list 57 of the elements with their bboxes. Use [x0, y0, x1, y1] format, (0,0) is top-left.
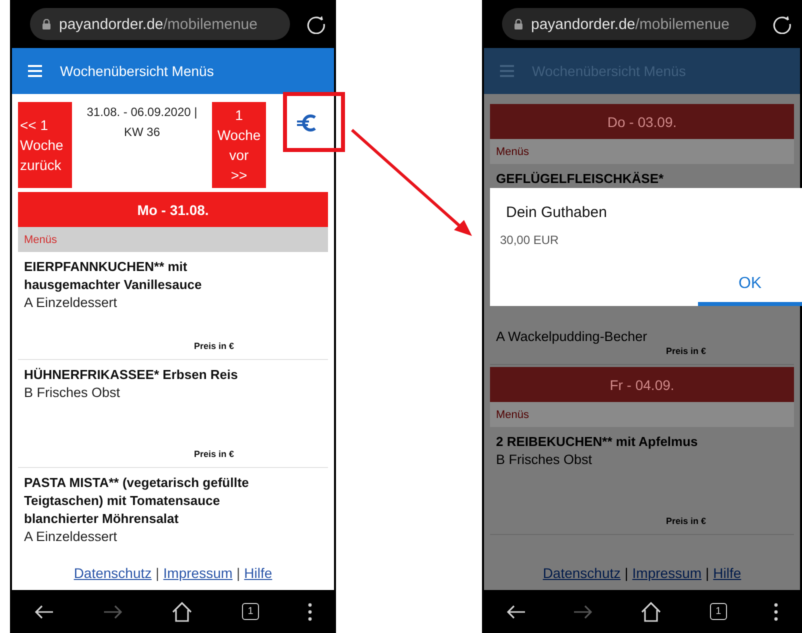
price-label: Preis in €: [665, 516, 708, 526]
reload-icon[interactable]: [306, 14, 326, 34]
dish-title: HÜHNERFRIKASSEE* Erbsen Reis: [24, 366, 239, 384]
reload-icon[interactable]: [772, 14, 792, 34]
price-label: Preis in €: [193, 341, 236, 351]
dessert-text: A Einzeldessert: [24, 528, 118, 546]
more-options-icon[interactable]: [774, 602, 778, 620]
menu-icon[interactable]: [28, 65, 42, 77]
address-bar[interactable]: payandorder.de/mobilemenue: [30, 8, 290, 40]
menu-item-card[interactable]: HÜHNERFRIKASSEE* Erbsen Reis B Frisches Obst Preis in €: [18, 360, 328, 468]
section-label: Menüs: [490, 139, 794, 164]
week-range: 31.08. - 06.09.2020 | KW 36: [86, 104, 198, 141]
price-label: Preis in €: [665, 346, 708, 356]
dish-title: PASTA MISTA** (vegetarisch gefüllte Teigtaschen) mit Tomatensauce blanchierter Möhrensalat: [24, 474, 250, 528]
separator-text: |: [236, 564, 240, 580]
euro-icon[interactable]: [296, 114, 318, 132]
home-icon[interactable]: [171, 602, 194, 622]
back-arrow-icon[interactable]: [506, 604, 526, 620]
back-arrow-icon[interactable]: [34, 604, 54, 620]
dessert-text: B Frisches Obst: [24, 384, 122, 402]
dessert-text: A Einzeldessert: [24, 294, 118, 312]
day-header: Mo - 31.08.: [18, 192, 328, 227]
day-header: Fr - 04.09.: [490, 367, 794, 402]
lock-icon: [514, 18, 523, 30]
menu-item-card[interactable]: 2 REIBEKUCHEN** mit Apfelmus B Frisches Obst Preis in €: [490, 427, 794, 535]
menu-item-card[interactable]: EIERPFANNKUCHEN** mit hausgemachter Vanillesauce A Einzeldessert Preis in €: [18, 252, 328, 360]
more-options-icon[interactable]: [308, 602, 312, 620]
dish-title: EIERPFANNKUCHEN** mit hausgemachter Vanillesauce: [24, 258, 203, 294]
separator-text: |: [706, 564, 710, 580]
tab-count-button[interactable]: 1: [242, 603, 260, 620]
url-text: payandorder.de/mobilemenue: [59, 16, 258, 32]
section-label: Menüs: [490, 402, 794, 427]
dessert-text: B Frisches Obst: [496, 451, 594, 469]
app-title: Wochenübersicht Menüs: [60, 63, 214, 79]
next-week-button[interactable]: 1 Woche vor >>: [212, 102, 266, 188]
price-label: Preis in €: [193, 449, 236, 459]
footer-link[interactable]: Impressum: [632, 564, 702, 580]
dish-title: 2 REIBEKUCHEN** mit Apfelmus: [496, 433, 699, 451]
previous-week-button[interactable]: << 1 Woche zurück: [18, 102, 72, 188]
home-icon[interactable]: [640, 602, 662, 622]
section-label: Menüs: [18, 227, 328, 252]
footer-link[interactable]: Datenschutz: [74, 564, 152, 580]
dessert-text: A Wackelpudding-Becher: [496, 328, 648, 346]
footer-link[interactable]: Hilfe: [244, 564, 272, 580]
balance-amount: 30,00 EUR: [499, 233, 560, 247]
footer-link[interactable]: Hilfe: [713, 564, 742, 580]
separator-text: |: [624, 564, 628, 580]
lock-icon: [42, 18, 51, 30]
footer-link[interactable]: Impressum: [163, 564, 233, 580]
separator-text: |: [156, 564, 160, 580]
day-header: Do - 03.09.: [490, 104, 794, 139]
tab-count-button[interactable]: 1: [710, 603, 727, 620]
url-text: payandorder.de/mobilemenue: [531, 16, 730, 32]
footer-link[interactable]: Datenschutz: [542, 564, 621, 580]
address-bar[interactable]: payandorder.de/mobilemenue: [502, 8, 756, 40]
dialog-title: Dein Guthaben: [505, 204, 608, 221]
dish-title: GEFLÜGELFLEISCHKÄSE*: [496, 170, 665, 188]
